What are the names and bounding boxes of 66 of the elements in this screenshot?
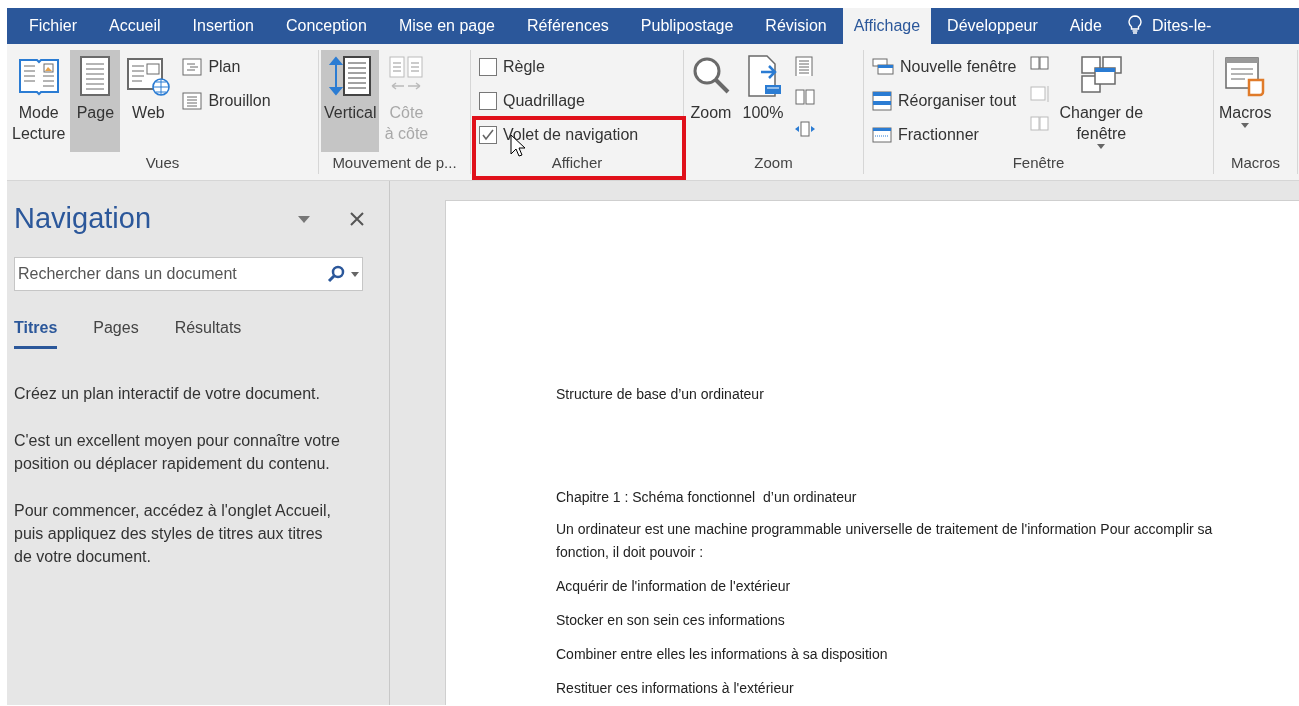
ribbon-group-label: Zoom — [753, 153, 794, 173]
ribbon-tab[interactable]: Insertion — [176, 8, 270, 44]
ribbon-tab[interactable]: Développeur — [931, 8, 1054, 44]
ribbon-button[interactable]: Zoom — [686, 50, 736, 152]
close-icon[interactable] — [350, 212, 364, 226]
ribbon-button[interactable]: Macros — [1216, 50, 1275, 152]
view-option-icon[interactable] — [794, 118, 816, 140]
search-field[interactable]: Rechercher dans un document — [14, 257, 363, 291]
ribbon-button[interactable]: Nouvelle fenêtre — [872, 54, 1017, 80]
dropdown-icon[interactable] — [298, 215, 310, 223]
help-text: Créez un plan interactif de votre document. — [14, 384, 321, 404]
ribbon-button[interactable]: Page — [70, 50, 121, 152]
ribbon-tab[interactable]: Révision — [749, 8, 843, 44]
ribbon-icon — [328, 54, 373, 98]
ribbon-icon — [182, 58, 203, 76]
help-text: Pour commencer, accédez à l'onglet Accueil, puis appliquez des styles de titres aux titres de votre document. — [14, 501, 332, 567]
ribbon-button[interactable]: Mode Lecture — [9, 50, 69, 152]
search-icon — [327, 265, 345, 283]
ribbon-button[interactable]: Fractionner — [872, 122, 1017, 148]
checkbox[interactable] — [479, 92, 497, 110]
pane-tab[interactable]: Pages — [93, 309, 139, 349]
ribbon-button[interactable]: Web — [122, 50, 175, 152]
ribbon-button[interactable]: Brouillon — [182, 88, 271, 114]
ribbon-group-label: Vues — [144, 153, 181, 173]
ribbon-tab[interactable]: Conception — [269, 8, 383, 44]
ribbon-group-label: Mouvement de p... — [331, 153, 458, 173]
pane-title: Navigation — [14, 201, 153, 237]
pane-tab[interactable]: Titres — [14, 309, 58, 349]
ribbon-tab[interactable]: Affichage — [842, 8, 932, 44]
ribbon-button[interactable]: Changer de fenêtre — [1056, 50, 1147, 152]
ribbon-button[interactable]: Réorganiser tout — [872, 88, 1017, 114]
ribbon-group-label: Macros — [1229, 153, 1282, 173]
ribbon-tab[interactable]: Mise en page — [382, 8, 511, 44]
body-paragraph: Restituer ces informations à l'extérieur — [556, 679, 795, 698]
ribbon-tab[interactable]: Accueil — [93, 8, 177, 44]
lightbulb-icon — [1127, 15, 1142, 35]
ribbon-icon — [872, 58, 894, 76]
view-option-icon[interactable] — [794, 54, 816, 76]
ribbon-icon — [872, 91, 892, 111]
ribbon-tab[interactable]: Aide — [1053, 8, 1118, 44]
checkbox-option[interactable]: Règle — [479, 54, 639, 80]
ribbon-icon — [872, 127, 892, 143]
caret-icon — [351, 271, 359, 277]
body-paragraph: Un ordinateur est une machine programmable universelle de traitement de l'information Pour accomplir sa fonction, il doit pouvoir : — [556, 520, 1214, 562]
body-paragraph: Combiner entre elles les informations à sa disposition — [556, 645, 889, 664]
view-option-icon[interactable] — [794, 86, 816, 108]
checkbox-option[interactable]: Volet de navigation — [479, 122, 639, 148]
pane-tab[interactable]: Résultats — [174, 309, 242, 349]
checkbox[interactable] — [479, 126, 497, 144]
ribbon-group-label: Fenêtre — [1011, 153, 1066, 173]
body-paragraph: Acquérir de l'information de l'extérieur — [556, 577, 792, 596]
ribbon-icon — [182, 92, 203, 110]
ribbon-button[interactable]: Vertical — [321, 50, 380, 152]
ribbon-button[interactable]: Plan — [182, 54, 271, 80]
tell-me-field[interactable]: Dites-le- — [1151, 8, 1212, 44]
ribbon-group-label: Afficher — [550, 153, 604, 173]
ribbon-tab[interactable]: Références — [511, 8, 625, 44]
chapter-heading: Chapitre 1 : Schéma fonctionnel d’un ordinateur — [556, 488, 858, 507]
document-title: Structure de base d’un ordinateur — [556, 385, 765, 404]
body-paragraph: Stocker en son sein ces informations — [556, 611, 786, 630]
help-text: C'est un excellent moyen pour connaître votre position ou déplacer rapidement du contenu. — [14, 431, 341, 474]
ribbon-tab[interactable]: Publipostage — [624, 8, 750, 44]
ribbon-button[interactable]: 100% — [738, 50, 788, 152]
checkbox-option[interactable]: Quadrillage — [479, 88, 639, 114]
ribbon-tab[interactable]: Fichier — [13, 8, 93, 44]
checkbox[interactable] — [479, 58, 497, 76]
